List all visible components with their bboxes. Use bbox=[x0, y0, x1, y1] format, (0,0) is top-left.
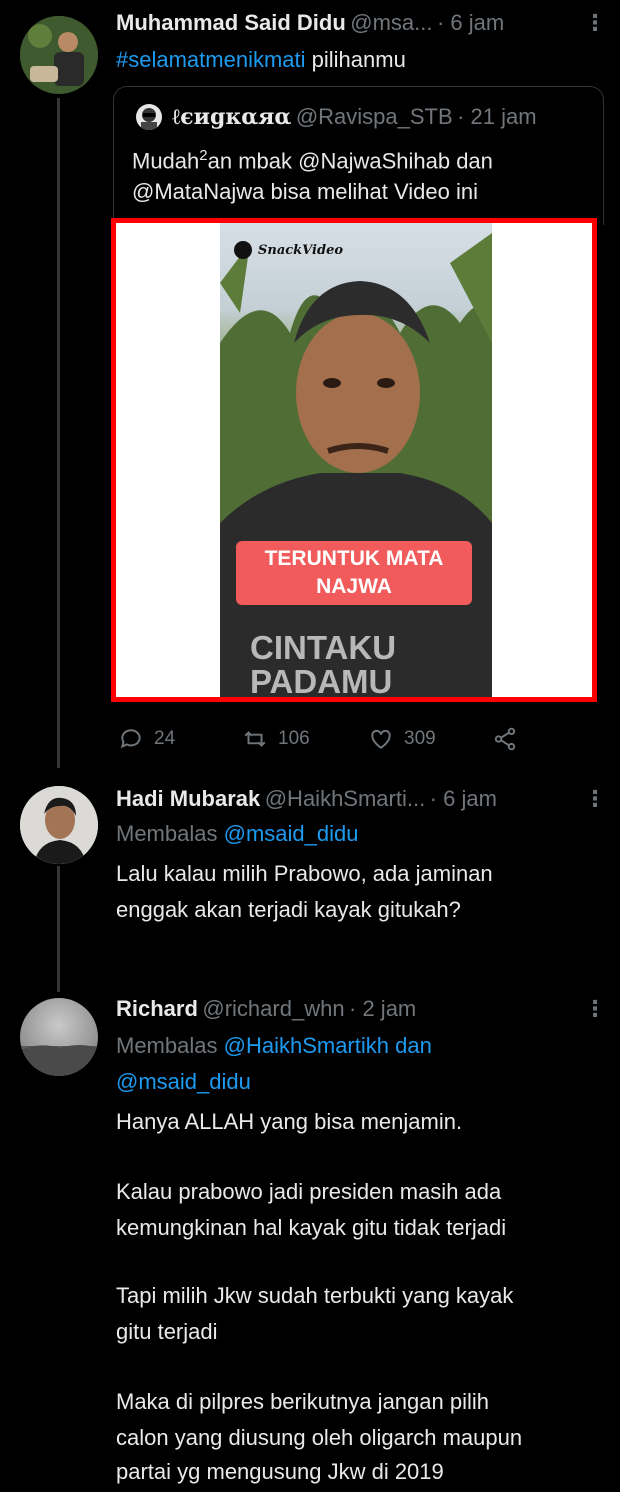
mention-link[interactable]: @HaikhSmartikh dan bbox=[224, 1033, 432, 1058]
mention-link[interactable]: @msaid_didu bbox=[224, 821, 359, 846]
quoted-text-part: Mudah bbox=[132, 148, 200, 174]
like-count: 309 bbox=[404, 728, 436, 749]
quoted-text-part: an mbak @NajwaShihab dan bbox=[207, 148, 493, 174]
media-highlight-frame: SnackVideo TERUNTUK MATA NAJWA CINTAKU P… bbox=[111, 218, 597, 702]
tweet-text-line: gitu terjadi bbox=[116, 1319, 218, 1344]
replying-label: Membalas bbox=[116, 821, 218, 846]
thread-line bbox=[57, 98, 60, 768]
shirt-print: CINTAKU PADAMU bbox=[250, 629, 397, 698]
tweet-text-line: calon yang diusung oleh oligarch maupun bbox=[116, 1425, 523, 1450]
more-options-icon[interactable]: ⋮ bbox=[584, 996, 606, 1022]
mention-link[interactable]: @msaid_didu bbox=[116, 1069, 251, 1094]
reply-icon bbox=[120, 729, 141, 749]
avatar[interactable] bbox=[20, 786, 98, 864]
avatar[interactable] bbox=[20, 998, 98, 1076]
more-options-icon[interactable]: ⋮ bbox=[584, 10, 606, 36]
tweet-text-line: Kalau prabowo jadi presiden masih ada bbox=[116, 1179, 502, 1204]
avatar[interactable] bbox=[20, 16, 98, 94]
retweet-button[interactable]: 106 bbox=[242, 726, 310, 752]
play-icon bbox=[234, 241, 252, 259]
reply-count: 24 bbox=[154, 728, 176, 749]
watermark-text: SnackVideo bbox=[258, 242, 344, 258]
author-handle[interactable]: @HaikhSmarti... bbox=[265, 786, 425, 811]
shirt-line: CINTAKU bbox=[250, 629, 397, 666]
tweet-text-line: Hanya ALLAH yang bisa menjamin. bbox=[116, 1109, 463, 1134]
tweet-text-line: Tapi milih Jkw sudah terbukti yang kayak bbox=[116, 1283, 514, 1308]
caption-line: NAJWA bbox=[316, 575, 392, 598]
video-thumbnail[interactable]: SnackVideo TERUNTUK MATA NAJWA CINTAKU P… bbox=[220, 223, 492, 697]
quoted-text-line: @MataNajwa bisa melihat Video ini bbox=[132, 179, 478, 204]
reply-button[interactable]: 24 bbox=[118, 726, 175, 752]
timestamp[interactable]: · 2 jam bbox=[349, 996, 416, 1021]
retweet-count: 106 bbox=[278, 728, 310, 749]
author-name[interactable]: Richard bbox=[116, 996, 198, 1021]
caption-line: TERUNTUK MATA bbox=[264, 547, 444, 570]
timestamp[interactable]: · 6 jam bbox=[437, 10, 504, 35]
retweet-icon bbox=[244, 731, 266, 747]
share-button[interactable] bbox=[492, 726, 518, 752]
quoted-text-superscript: 2 bbox=[199, 147, 208, 164]
tweet-text-line: kemungkinan hal kayak gitu tidak terjadi bbox=[116, 1215, 507, 1240]
author-handle[interactable]: @msa... bbox=[350, 10, 432, 35]
author-name[interactable]: Hadi Mubarak bbox=[116, 786, 260, 811]
author-name[interactable]: Muhammad Said Didu bbox=[116, 10, 346, 35]
like-button[interactable]: 309 bbox=[368, 726, 436, 752]
quoted-timestamp[interactable]: · 21 jam bbox=[457, 104, 536, 129]
hashtag-link[interactable]: #selamatmenikmati bbox=[116, 47, 306, 72]
tweet-text-line: Lalu kalau milih Prabowo, ada jaminan bbox=[116, 861, 493, 886]
tweet-text-line: Maka di pilpres berikutnya jangan pilih bbox=[116, 1389, 489, 1414]
share-icon bbox=[494, 727, 516, 751]
tweet-text-line: enggak akan terjadi kayak gitukah? bbox=[116, 897, 461, 922]
timestamp[interactable]: · 6 jam bbox=[430, 786, 497, 811]
heart-icon bbox=[371, 729, 391, 749]
shirt-line: PADAMU bbox=[250, 663, 393, 698]
author-handle[interactable]: @richard_whn bbox=[202, 996, 344, 1021]
quoted-author-name[interactable]: ℓєиgкαяα bbox=[172, 104, 291, 130]
video-caption: TERUNTUK MATA NAJWA bbox=[236, 541, 472, 605]
quoted-avatar[interactable] bbox=[136, 104, 162, 130]
quoted-author-handle[interactable]: @Ravispa_STB bbox=[296, 104, 453, 129]
thread-line bbox=[57, 866, 60, 992]
tweet-text-line: partai yg mengusung Jkw di 2019 bbox=[116, 1459, 444, 1484]
more-options-icon[interactable]: ⋮ bbox=[584, 786, 606, 812]
tweet-text: pilihanmu bbox=[311, 47, 406, 72]
replying-label: Membalas bbox=[116, 1033, 218, 1058]
snackvideo-logo: SnackVideo bbox=[234, 241, 343, 259]
